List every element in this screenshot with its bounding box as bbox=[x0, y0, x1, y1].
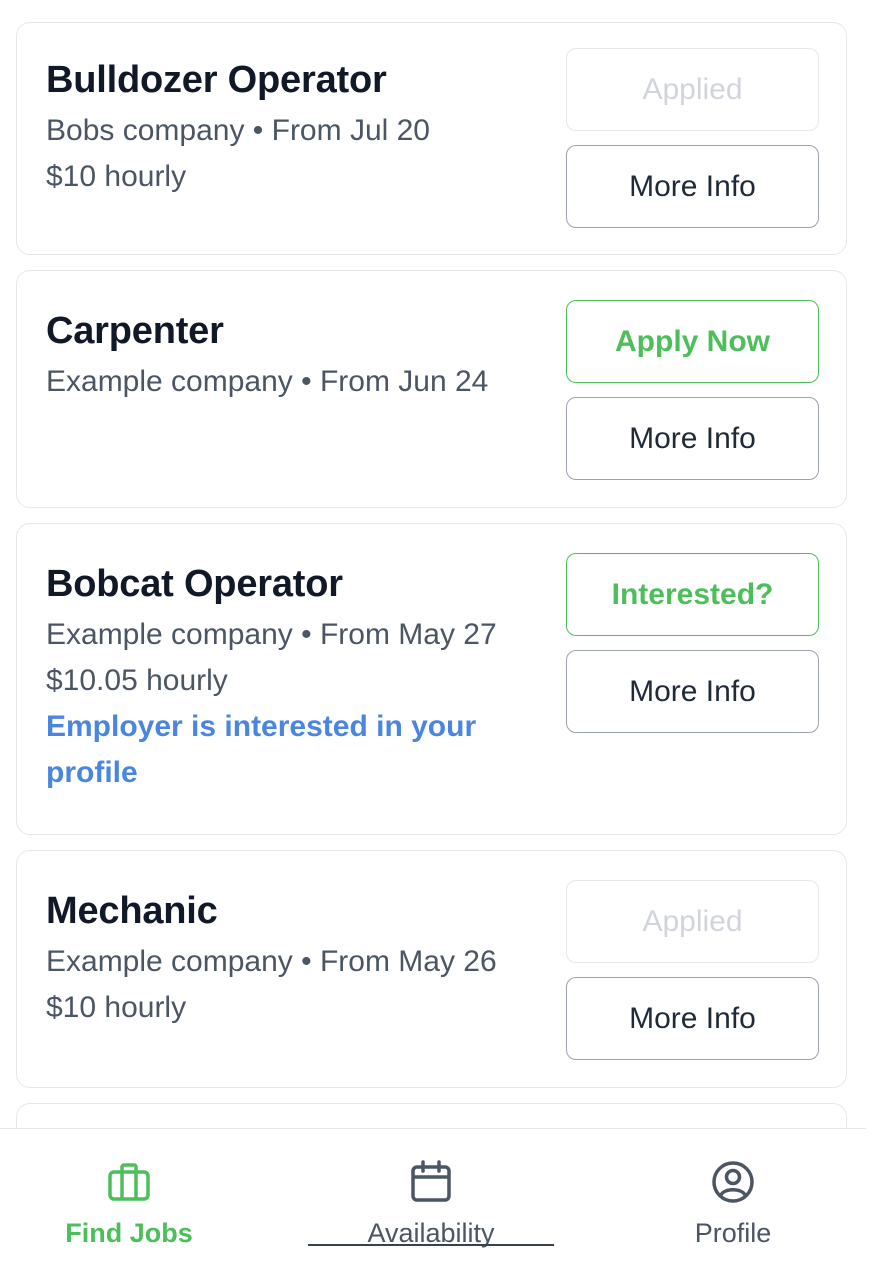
job-meta: Bobs company • From Jul 20 bbox=[46, 114, 430, 147]
interested-button[interactable]: Interested? bbox=[566, 553, 819, 636]
user-circle-icon bbox=[712, 1161, 754, 1203]
bottom-tab-bar: Find Jobs Availability Profile bbox=[0, 1128, 866, 1268]
job-info: Mechanic Example company • From May 26 $… bbox=[46, 887, 546, 1031]
job-card: Mechanic Example company • From May 26 $… bbox=[16, 850, 847, 1088]
job-title: Mechanic bbox=[46, 890, 218, 932]
job-pay: $10 hourly bbox=[46, 991, 187, 1024]
more-info-button[interactable]: More Info bbox=[566, 977, 819, 1060]
job-title: Bulldozer Operator bbox=[46, 59, 387, 101]
job-meta: Example company • From May 26 bbox=[46, 945, 497, 978]
apply-now-button[interactable]: Apply Now bbox=[566, 300, 819, 383]
more-info-button[interactable]: More Info bbox=[566, 397, 819, 480]
find-jobs-screen: Bulldozer Operator Bobs company • From J… bbox=[0, 0, 878, 1268]
job-info: Bulldozer Operator Bobs company • From J… bbox=[46, 56, 546, 200]
tab-focus-underline bbox=[308, 1244, 554, 1246]
employer-interest-note: Employer is interested in your profile bbox=[46, 710, 477, 789]
tab-label: Profile bbox=[694, 1218, 772, 1248]
more-info-button[interactable]: More Info bbox=[566, 145, 819, 228]
tab-label: Find Jobs bbox=[65, 1218, 193, 1248]
job-pay: $10.05 hourly bbox=[46, 664, 228, 697]
job-info: Bobcat Operator Example company • From M… bbox=[46, 560, 546, 796]
job-title: Carpenter bbox=[46, 310, 224, 352]
job-card: Bobcat Operator Example company • From M… bbox=[16, 523, 847, 835]
job-title: Bobcat Operator bbox=[46, 563, 343, 605]
job-meta: Example company • From Jun 24 bbox=[46, 365, 489, 398]
job-info: Carpenter Example company • From Jun 24 bbox=[46, 307, 546, 405]
applied-button: Applied bbox=[566, 48, 819, 131]
briefcase-icon bbox=[108, 1163, 150, 1201]
tab-find-jobs[interactable]: Find Jobs bbox=[4, 1129, 254, 1268]
job-card: Carpenter Example company • From Jun 24 … bbox=[16, 270, 847, 508]
job-card: Bulldozer Operator Bobs company • From J… bbox=[16, 22, 847, 255]
job-pay: $10 hourly bbox=[46, 160, 187, 193]
tab-profile[interactable]: Profile bbox=[608, 1129, 858, 1268]
calendar-icon bbox=[411, 1160, 451, 1202]
applied-button: Applied bbox=[566, 880, 819, 963]
tab-availability[interactable]: Availability bbox=[306, 1129, 556, 1268]
job-meta: Example company • From May 27 bbox=[46, 618, 497, 651]
more-info-button[interactable]: More Info bbox=[566, 650, 819, 733]
